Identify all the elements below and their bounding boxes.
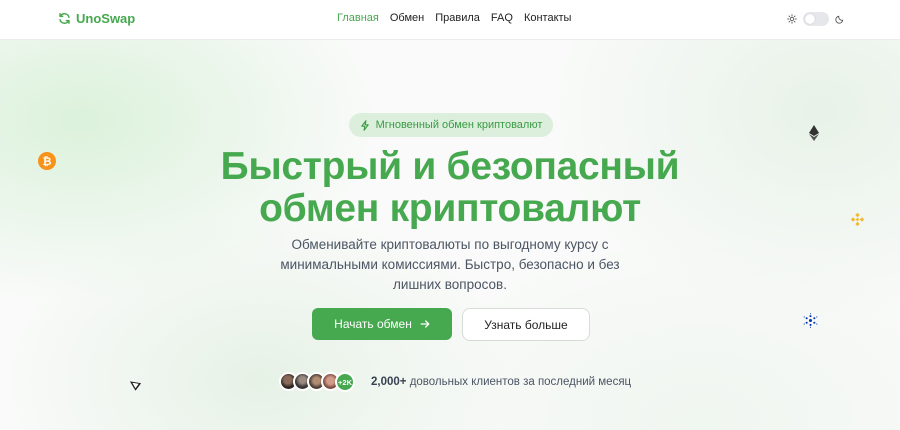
toggle-knob — [805, 14, 815, 24]
learn-more-label: Узнать больше — [484, 317, 568, 332]
social-proof: +2K 2,000+ довольных клиентов за последн… — [279, 372, 631, 392]
nav-item-home[interactable]: Главная — [337, 12, 379, 24]
main-nav: Главная Обмен Правила FAQ Контакты — [337, 12, 571, 24]
arrow-right-icon — [420, 320, 430, 328]
bnb-icon — [851, 213, 864, 226]
avatar-stack: +2K — [279, 372, 355, 392]
hero-subtitle: Обменивайте криптовалюты по выгодному ку… — [280, 237, 620, 292]
nav-item-faq[interactable]: FAQ — [491, 12, 513, 24]
social-proof-text: 2,000+ довольных клиентов за последний м… — [371, 376, 631, 388]
hero-badge: Мгновенный обмен криптовалют — [349, 113, 553, 137]
ethereum-icon — [809, 125, 819, 141]
hero-title: Быстрый и безопасный обмен криптовалют — [150, 146, 750, 230]
lightning-icon — [360, 119, 369, 131]
hero-section: ₿ Мгновенный обмен криптовалют Быстрый и… — [0, 0, 900, 430]
brand-name: UnoSwap — [76, 11, 136, 26]
bitcoin-icon: ₿ — [38, 152, 56, 170]
moon-icon — [835, 15, 844, 24]
hero-title-line2: обмен криптовалют — [259, 187, 641, 230]
nav-item-exchange[interactable]: Обмен — [390, 12, 424, 24]
customer-count: 2,000+ — [371, 376, 407, 388]
nav-item-contacts[interactable]: Контакты — [524, 12, 572, 24]
learn-more-button[interactable]: Узнать больше — [462, 308, 590, 341]
start-exchange-label: Начать обмен — [334, 317, 412, 331]
svg-text:₿: ₿ — [43, 155, 52, 168]
cardano-icon — [803, 313, 818, 328]
dark-mode-toggle[interactable] — [803, 12, 829, 26]
theme-switcher — [787, 12, 845, 26]
hero-badge-text: Мгновенный обмен криптовалют — [375, 119, 543, 131]
logo[interactable]: UnoSwap — [58, 11, 135, 26]
avatar-count-badge: +2K — [335, 372, 355, 392]
hero-title-line1: Быстрый и безопасный — [220, 145, 680, 188]
top-navbar: UnoSwap Главная Обмен Правила FAQ Контак… — [0, 0, 900, 40]
tron-icon — [129, 381, 142, 391]
customer-count-label: довольных клиентов за последний месяц — [409, 376, 632, 388]
start-exchange-button[interactable]: Начать обмен — [312, 308, 452, 340]
nav-item-rules[interactable]: Правила — [435, 12, 480, 24]
refresh-icon — [59, 13, 70, 24]
sun-icon — [787, 14, 797, 24]
